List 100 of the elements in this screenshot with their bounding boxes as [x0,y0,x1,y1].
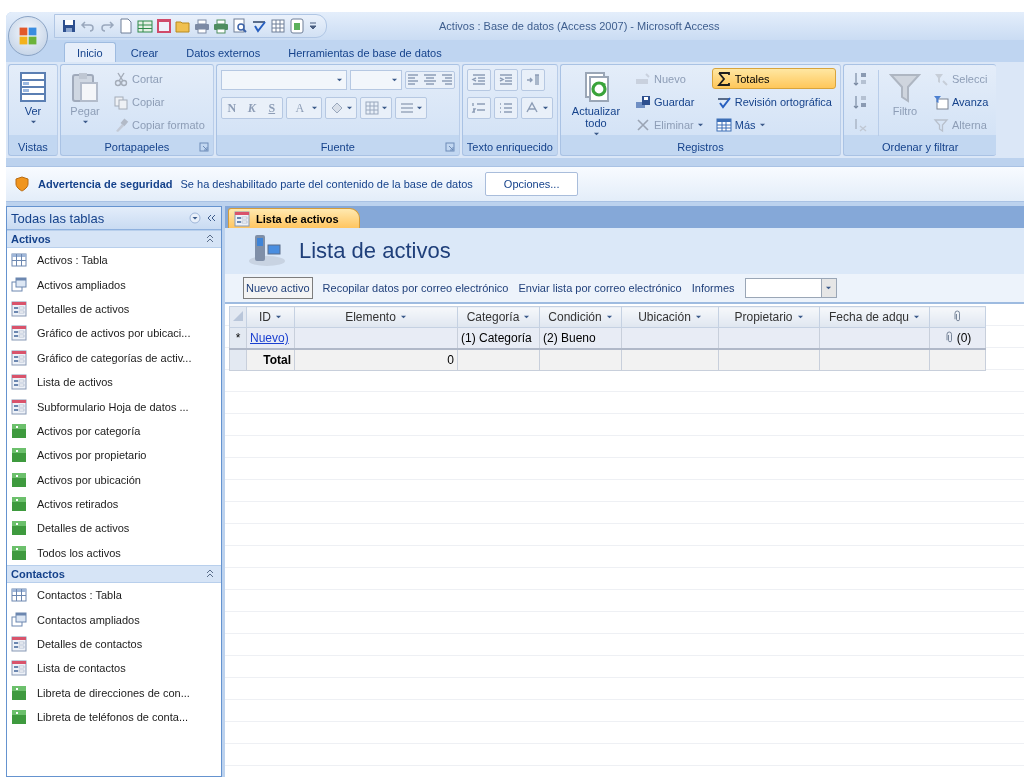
font-name-field[interactable] [220,70,347,90]
navigation-item[interactable]: Todos los activos [7,540,221,566]
column-header[interactable]: ID [246,306,295,328]
dropdown-icon[interactable] [189,212,201,224]
redo-icon[interactable] [99,18,115,34]
form-icon[interactable] [156,18,172,34]
ribbon-button[interactable]: Ver [13,68,53,128]
caret-icon [310,105,318,111]
ribbon-tab[interactable]: Inicio [64,42,116,62]
ribbon-button[interactable]: Revisión ortográfica [711,91,836,112]
navigation-item[interactable]: Contactos : Tabla [7,583,221,608]
printer-icon[interactable] [213,18,229,34]
navigation-item[interactable]: Detalles de activos [7,516,221,541]
row-selector[interactable] [229,349,247,371]
navigation-item[interactable]: Lista de activos [7,369,221,395]
group-name: Activos [11,233,52,245]
form-icon [11,374,27,391]
navigation-item[interactable]: Activos ampliados [7,272,221,297]
column-header[interactable]: Fecha de adqu [819,306,930,328]
dialog-launcher-icon[interactable] [198,142,209,152]
form-icon [11,349,27,366]
action-link[interactable]: Recopilar datos por correo electrónico [322,282,509,294]
office-button[interactable] [8,16,48,56]
navigation-item[interactable]: Detalles de contactos [7,631,221,657]
navigation-item[interactable]: Contactos ampliados [7,607,221,632]
form-icon [11,636,27,653]
navigation-item[interactable]: Activos por categoría [7,418,221,444]
chevron-up-icon[interactable] [205,233,215,243]
document-icon[interactable] [289,18,305,34]
column-header[interactable]: Condición [539,306,622,328]
navigation-item[interactable]: Activos : Tabla [7,248,221,273]
scissors-icon [113,70,129,87]
delete-icon [635,116,651,133]
filter-icon [932,116,949,133]
action-link[interactable]: Enviar lista por correo electrónico [518,282,682,294]
ribbon-tab[interactable]: Herramientas de base de datos [275,42,455,62]
new-asset-button[interactable]: Nuevo activo [243,277,313,299]
magnifier-icon[interactable] [232,18,248,34]
font-size-field[interactable] [349,70,402,90]
printer-icon[interactable] [194,18,210,34]
column-header[interactable]: Categoría [457,306,540,328]
grid-icon[interactable] [270,18,286,34]
report-combo-field[interactable] [744,278,837,298]
folder-icon[interactable] [175,18,191,34]
chevron-up-icon[interactable] [205,568,215,579]
navigation-item[interactable]: Detalles de activos [7,296,221,322]
document-tab[interactable]: Lista de activos [228,208,360,228]
row-selector[interactable]: * [229,327,247,349]
indent-icon [497,72,514,88]
save-icon[interactable] [61,18,77,34]
spellcheck-icon[interactable] [251,18,267,34]
ribbon-tab[interactable]: Datos externos [173,42,274,62]
caret-icon [758,121,766,128]
form-icon [11,325,27,342]
bullet-list-icon [497,100,514,116]
devices-icon [247,233,287,269]
query-icon [11,276,27,293]
sort-caret-icon [605,314,613,320]
table-icon [11,252,27,269]
action-link[interactable]: Informes [691,282,735,294]
ribbon-button[interactable]: Actualizar todo [565,68,627,140]
navigation-item[interactable]: Gráfico de activos por ubicaci... [7,321,221,346]
grid-icon [363,100,380,116]
select-all-icon[interactable] [233,311,243,321]
ribbon-button[interactable]: Avanza [928,91,993,112]
column-header[interactable]: Ubicación [621,306,719,328]
navigation-item[interactable]: Gráfico de categorías de activ... [7,345,221,370]
navigation-item[interactable]: Libreta de direcciones de con... [7,680,221,706]
navigation-item[interactable]: Libreta de teléfonos de conta... [7,705,221,730]
page-icon[interactable] [118,18,134,34]
customize-icon[interactable] [308,21,318,31]
group-header[interactable]: Contactos [7,565,221,584]
ribbon-tab[interactable]: Crear [117,42,172,62]
column-header[interactable] [929,306,986,328]
dropdown-icon [335,77,343,83]
table-icon[interactable] [137,18,153,34]
group-label: Ordenar y filtrar [882,140,959,153]
ribbon-button[interactable]: Guardar [631,91,708,112]
collapse-icon[interactable] [205,213,217,223]
navigation-item[interactable]: Activos retirados [7,491,221,517]
dropdown-icon [825,285,832,291]
group-header[interactable]: Activos [7,230,221,248]
navigation-item[interactable]: Activos por ubicación [7,467,221,492]
navigation-item[interactable]: Activos por propietario [7,443,221,468]
column-header[interactable]: Propietario [718,306,820,328]
report-icon [11,422,27,439]
filter-icon [932,93,949,110]
paragraph-icon [524,72,541,88]
dialog-launcher-icon[interactable] [444,142,455,152]
ribbon-button[interactable]: Más [711,114,836,135]
navigation-item[interactable]: Subformulario Hoja de datos ... [7,394,221,419]
group-name: Contactos [11,568,66,581]
options-button[interactable]: Opciones... [484,172,579,196]
navigation-item[interactable]: Lista de contactos [7,656,221,681]
save-icon [635,93,651,110]
column-header[interactable]: Elemento [294,306,458,328]
navigation-pane-header[interactable]: Todas las tablas [7,207,221,230]
caret-icon [696,121,704,128]
table-icon [715,116,732,133]
ribbon-button[interactable]: Totales [711,68,836,89]
